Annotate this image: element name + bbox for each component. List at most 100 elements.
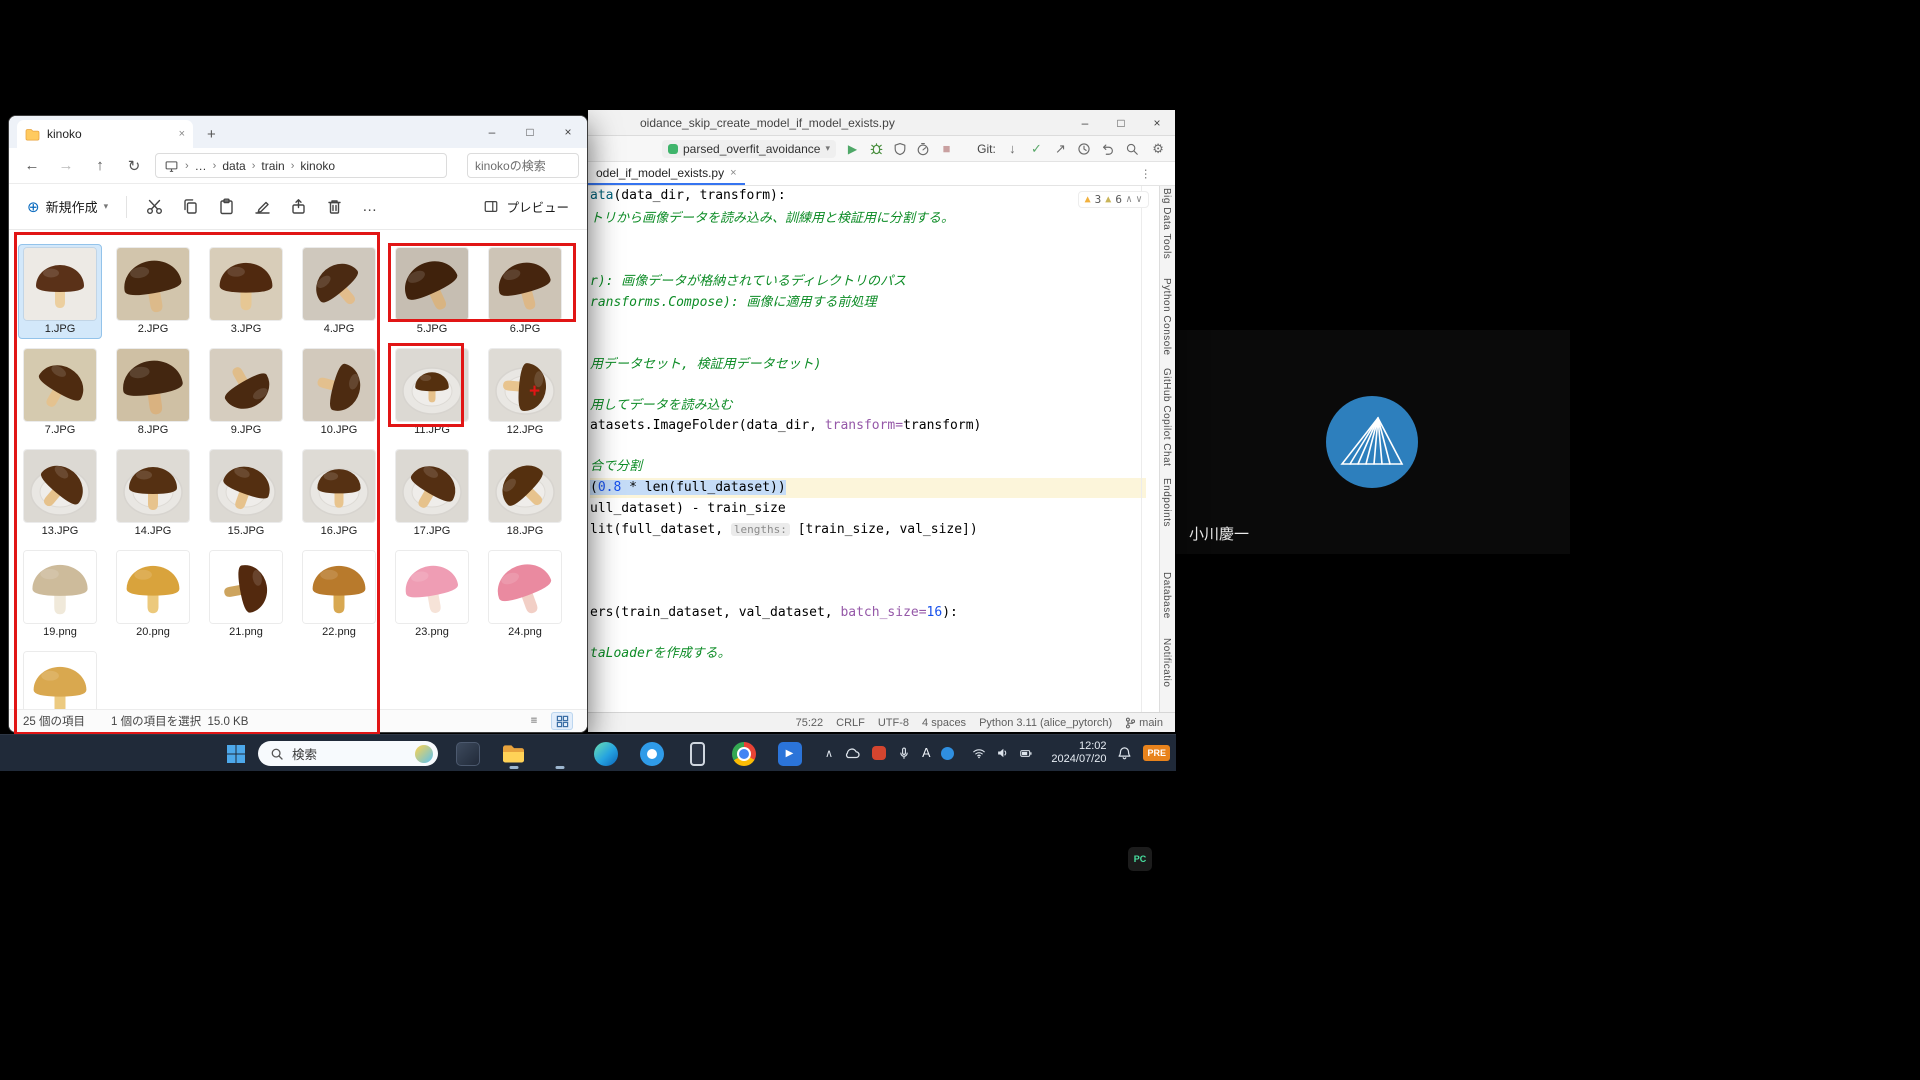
file-encoding[interactable]: UTF-8 (878, 717, 909, 729)
file-item[interactable]: 23.png (390, 547, 474, 642)
stop-button[interactable]: ■ (939, 141, 954, 156)
pycharm-titlebar[interactable]: oidance_skip_create_model_if_model_exist… (588, 110, 1175, 136)
file-item[interactable]: 4.JPG (297, 244, 381, 339)
tool-window-button-python-console[interactable]: Python Console (1161, 278, 1172, 356)
profiler-button[interactable] (916, 142, 930, 156)
undo-icon[interactable] (1101, 142, 1115, 156)
preview-toggle[interactable]: プレビュー (475, 192, 577, 221)
share-button[interactable] (281, 191, 315, 223)
more-options-button[interactable]: … (353, 191, 387, 223)
tray-chevron-icon[interactable]: ∧ (825, 747, 833, 760)
taskbar-app-phone[interactable] (678, 737, 717, 770)
pycharm-maximize-button[interactable]: □ (1103, 116, 1139, 130)
tab-options-icon[interactable]: … (1143, 167, 1155, 181)
forward-button[interactable]: → (51, 157, 81, 174)
new-tab-button[interactable]: + (207, 126, 216, 143)
local-history-icon[interactable] (1077, 142, 1091, 156)
caret-position[interactable]: 75:22 (796, 717, 824, 729)
file-item[interactable]: 8.JPG (111, 345, 195, 440)
git-push-button[interactable]: ↗ (1053, 141, 1068, 157)
file-item[interactable]: 17.JPG (390, 446, 474, 541)
breadcrumb-data[interactable]: data (222, 159, 245, 173)
settings-gear-icon[interactable]: ⚙ (1149, 141, 1167, 157)
explorer-tab[interactable]: kinoko × (17, 120, 193, 148)
taskbar-app-widgets[interactable] (448, 737, 487, 770)
line-ending[interactable]: CRLF (836, 717, 865, 729)
taskbar-app-edge[interactable] (586, 737, 625, 770)
file-item[interactable]: 11.JPG (390, 345, 474, 440)
paste-button[interactable] (209, 191, 243, 223)
coverage-button[interactable] (893, 142, 907, 156)
rename-button[interactable] (245, 191, 279, 223)
explorer-maximize-button[interactable]: □ (511, 116, 549, 148)
pycharm-close-button[interactable]: × (1139, 116, 1175, 130)
file-item[interactable]: 7.JPG (18, 345, 102, 440)
git-update-button[interactable]: ↓ (1005, 141, 1020, 156)
git-branch[interactable]: main (1125, 717, 1163, 729)
python-interpreter[interactable]: Python 3.11 (alice_pytorch) (979, 717, 1112, 729)
explorer-close-button[interactable]: × (549, 116, 587, 148)
mic-icon[interactable] (897, 746, 911, 761)
file-item[interactable]: 22.png (297, 547, 381, 642)
start-button[interactable] (224, 742, 248, 766)
breadcrumb-collapsed[interactable]: … (195, 159, 207, 173)
cut-button[interactable] (137, 191, 171, 223)
file-item[interactable]: 20.png (111, 547, 195, 642)
file-item[interactable]: 15.JPG (204, 446, 288, 541)
file-item[interactable]: 18.JPG (483, 446, 567, 541)
file-item[interactable]: 3.JPG (204, 244, 288, 339)
ime-indicator[interactable]: A (922, 746, 930, 760)
copy-button[interactable] (173, 191, 207, 223)
search-input[interactable] (467, 153, 579, 178)
file-item[interactable]: 10.JPG (297, 345, 381, 440)
breadcrumb-train[interactable]: train (261, 159, 284, 173)
file-grid[interactable]: 1.JPG2.JPG3.JPG4.JPG5.JPG6.JPG7.JPG8.JPG… (9, 230, 587, 709)
debug-button[interactable] (869, 141, 884, 156)
file-item[interactable]: 14.JPG (111, 446, 195, 541)
back-button[interactable]: ← (17, 157, 47, 174)
inspections-widget[interactable]: ▲3 ▲6 ∧ ∨ (1078, 191, 1149, 208)
taskbar-app-media[interactable]: ▶ (770, 737, 809, 770)
run-button[interactable]: ▶ (845, 142, 860, 156)
up-button[interactable]: ↑ (85, 157, 115, 174)
details-view-icon[interactable]: ≡ (523, 712, 545, 730)
taskbar-app-chrome[interactable] (724, 737, 763, 770)
onedrive-icon[interactable] (844, 746, 861, 760)
taskbar-app-pycharm[interactable]: PC (540, 737, 579, 770)
tool-window-button-big-data-tools[interactable]: Big Data Tools (1161, 188, 1172, 259)
tray-app-icon[interactable] (872, 746, 886, 760)
file-item[interactable] (18, 648, 102, 709)
breadcrumb[interactable]: › … › data › train › kinoko (155, 153, 447, 178)
thumbnail-view-icon[interactable] (551, 712, 573, 730)
file-item[interactable]: 19.png (18, 547, 102, 642)
delete-button[interactable] (317, 191, 351, 223)
search-everywhere-icon[interactable] (1125, 142, 1139, 156)
explorer-tab-close-icon[interactable]: × (179, 128, 185, 140)
next-issue-icon[interactable]: ∨ (1136, 194, 1142, 205)
file-item[interactable]: 24.png (483, 547, 567, 642)
prev-issue-icon[interactable]: ∧ (1126, 194, 1132, 205)
editor-tab[interactable]: odel_if_model_exists.py × (588, 162, 745, 185)
file-item[interactable]: 5.JPG (390, 244, 474, 339)
new-item-button[interactable]: ⊕ 新規作成 ▾ (19, 191, 116, 222)
file-item[interactable]: 16.JPG (297, 446, 381, 541)
tool-window-button-endpoints[interactable]: Endpoints (1161, 478, 1172, 527)
run-config-dropdown[interactable]: parsed_overfit_avoidance ▾ (662, 140, 836, 158)
taskbar-clock[interactable]: 12:02 2024/07/20 (1051, 740, 1106, 766)
pycharm-minimize-button[interactable]: – (1067, 116, 1103, 130)
tab-close-icon[interactable]: × (730, 167, 736, 179)
git-commit-button[interactable]: ✓ (1029, 141, 1044, 157)
tray-dot-icon[interactable] (941, 747, 954, 760)
taskbar-search[interactable]: 検索 (258, 741, 438, 766)
tool-window-button-github-copilot-chat[interactable]: GitHub Copilot Chat (1161, 368, 1172, 466)
quick-settings[interactable] (965, 742, 1040, 764)
explorer-minimize-button[interactable]: – (473, 116, 511, 148)
file-item[interactable]: 6.JPG (483, 244, 567, 339)
refresh-button[interactable]: ↻ (119, 157, 149, 175)
indent-setting[interactable]: 4 spaces (922, 717, 966, 729)
breadcrumb-kinoko[interactable]: kinoko (300, 159, 335, 173)
taskbar-app-teams[interactable] (632, 737, 671, 770)
file-item[interactable]: 9.JPG (204, 345, 288, 440)
file-item[interactable]: 13.JPG (18, 446, 102, 541)
notification-bell-icon[interactable] (1117, 746, 1132, 761)
